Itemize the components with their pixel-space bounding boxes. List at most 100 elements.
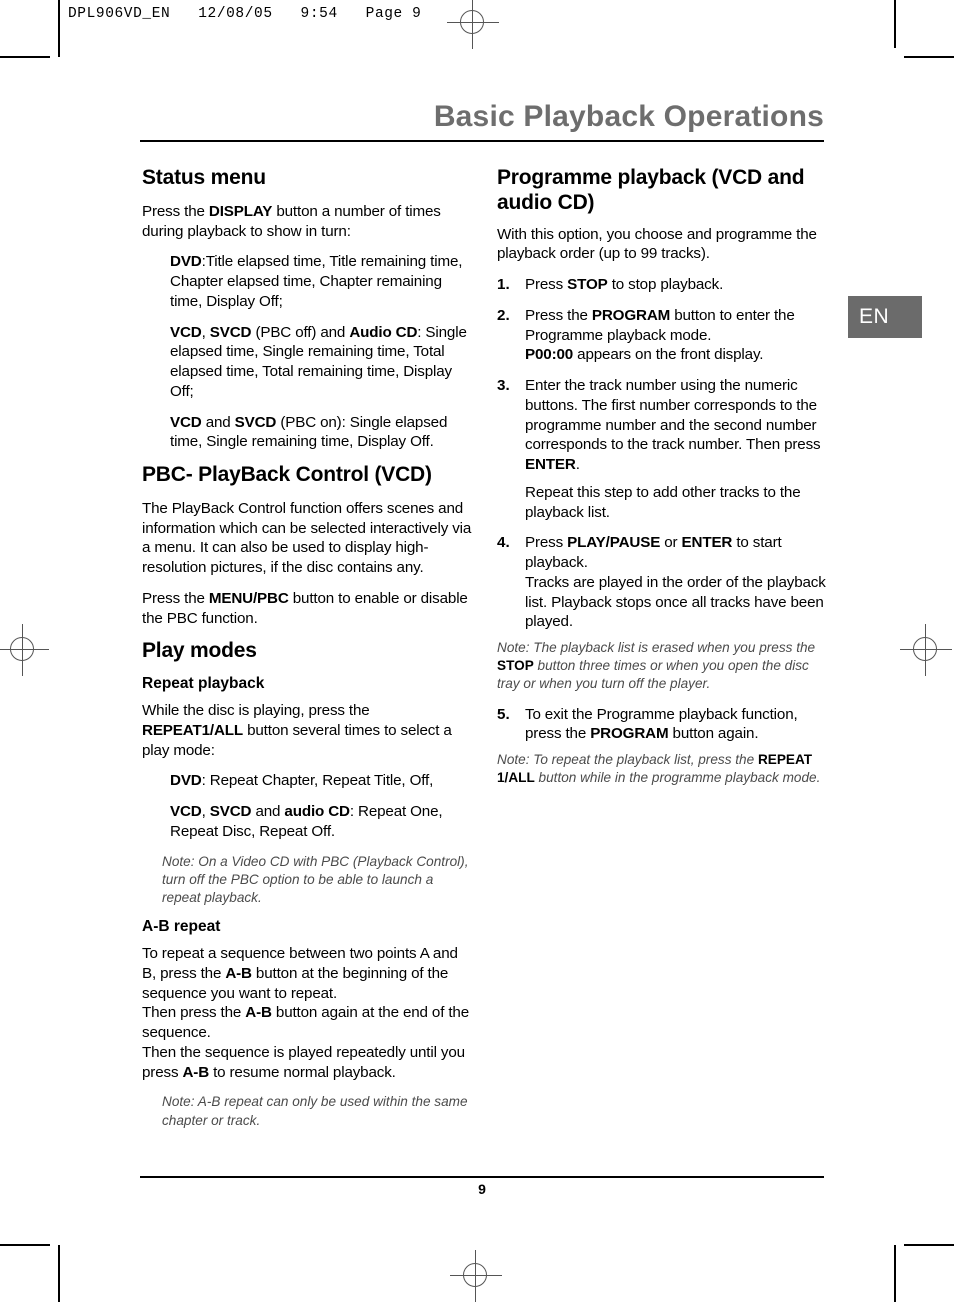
heading-programme-playback: Programme playback (VCD and audio CD)	[497, 166, 805, 214]
registration-mark-left	[0, 624, 49, 676]
status-menu-intro-a: Press the	[142, 202, 209, 220]
step-1-number: 1.	[497, 276, 510, 294]
step-3: 3. Enter the track number using the nume…	[497, 376, 827, 475]
ab-repeat-paragraph-1: To repeat a sequence between two points …	[142, 944, 472, 1003]
step-2-number: 2.	[497, 306, 510, 324]
repeat-vcd-label: VCD	[170, 803, 202, 821]
note-4-c: button three times or when you open the …	[497, 658, 809, 692]
print-stamp: DPL906VD_EN 12/08/05 9:54 Page 9	[68, 6, 422, 22]
step-4: 4. Press PLAY/PAUSE or ENTER to start pl…	[497, 533, 827, 632]
display-button-label: DISPLAY	[208, 202, 273, 220]
dvd-label: DVD	[170, 253, 202, 271]
vcd-label: VCD	[170, 323, 202, 341]
heading-status-menu: Status menu	[142, 166, 266, 189]
mid2: and	[201, 413, 235, 431]
ab-button-label-3: A-B	[182, 1063, 210, 1081]
ab-button-label-1: A-B	[225, 964, 252, 982]
status-menu-item-dvd: DVD:Title elapsed time, Title remaining …	[170, 252, 472, 311]
svcd-label-2: SVCD	[234, 413, 277, 431]
pbc-paragraph-1: The PlayBack Control function offers sce…	[142, 499, 472, 577]
svcd-label: SVCD	[209, 323, 252, 341]
page-number: 9	[478, 1181, 486, 1197]
status-menu-item-vcd-pbc-on: VCD and SVCD (PBC on): Single elapsed ti…	[170, 413, 472, 453]
left-column: Status menu Press the DISPLAY button a n…	[142, 166, 472, 1141]
repeat-mid: and	[251, 803, 285, 821]
registration-mark-right	[900, 624, 952, 676]
enter-button-label: ENTER	[525, 456, 576, 474]
step-3-c: .	[575, 456, 580, 474]
repeat-intro-a: While the disc is playing, press the	[142, 702, 370, 720]
step-4-a: Press	[525, 534, 568, 552]
step-1-c: to stop playback.	[607, 276, 724, 294]
step-3-a: Enter the track number using the numeric…	[525, 377, 821, 454]
note-repeat-playback: Note: On a Video CD with PBC (Playback C…	[162, 853, 469, 905]
stop-button-label: STOP	[567, 276, 608, 294]
step-1: 1. Press STOP to stop playback.	[497, 275, 827, 295]
stop-button-label-2: STOP	[497, 658, 534, 674]
subheading-repeat-playback: Repeat playback	[142, 675, 265, 693]
step-4-c: or	[660, 534, 682, 552]
menu-pbc-button-label: MENU/PBC	[208, 589, 289, 607]
step-5-number: 5.	[497, 705, 510, 723]
dvd-text: :Title elapsed time, Title remaining tim…	[170, 253, 463, 310]
document-page: DPL906VD_EN 12/08/05 9:54 Page 9 Basic P…	[0, 0, 954, 1302]
step-4-f: Tracks are played in the order of the pl…	[525, 573, 826, 631]
crop-mark-top-left-vertical	[58, 0, 60, 57]
ab-p3-c: to resume normal playback.	[209, 1063, 396, 1081]
step-5-text: To exit the Programme playback function,…	[525, 705, 827, 745]
repeat-dvd-text: : Repeat Chapter, Repeat Title, Off,	[201, 772, 434, 790]
repeat-item-dvd: DVD: Repeat Chapter, Repeat Title, Off,	[170, 771, 472, 791]
audio-cd-label: Audio CD	[349, 323, 418, 341]
step-1-text: Press STOP to stop playback.	[525, 275, 827, 295]
crop-mark-top-right-vertical	[894, 0, 896, 48]
repeat-sep: ,	[201, 803, 210, 821]
status-menu-intro: Press the DISPLAY button a number of tim…	[142, 202, 472, 242]
ab-p2-a: Then press the	[142, 1004, 246, 1022]
step-2-text: Press the PROGRAM button to enter the Pr…	[525, 306, 827, 365]
program-button-label-2: PROGRAM	[590, 725, 669, 743]
step-2-e: appears on the front display.	[573, 346, 764, 364]
step-2-a: Press the	[525, 306, 592, 324]
crop-mark-bottom-right-horizontal	[904, 1244, 954, 1246]
title-divider	[140, 140, 824, 142]
step-3-continuation: Repeat this step to add other tracks to …	[525, 483, 801, 521]
step-1-a: Press	[525, 276, 568, 294]
subheading-ab-repeat: A-B repeat	[142, 918, 221, 936]
enter-button-label-2: ENTER	[681, 534, 733, 552]
registration-mark-bottom	[450, 1250, 502, 1302]
pbc-p2-a: Press the	[142, 589, 209, 607]
crop-mark-bottom-left-horizontal	[0, 1244, 50, 1246]
step-3-text: Enter the track number using the numeric…	[525, 376, 827, 475]
program-button-label: PROGRAM	[591, 306, 671, 324]
mid: (PBC off) and	[251, 323, 350, 341]
step-2: 2. Press the PROGRAM button to enter the…	[497, 306, 827, 365]
step-5-c: button again.	[668, 725, 759, 743]
sep: ,	[201, 323, 210, 341]
ab-repeat-paragraph-3: Then the sequence is played repeatedly u…	[142, 1043, 472, 1083]
repeat-all-button-label: REPEAT1/ALL	[142, 721, 244, 739]
note-step-4: Note: The playback list is erased when y…	[497, 639, 827, 694]
status-menu-item-vcd-pbc-off: VCD, SVCD (PBC off) and Audio CD: Single…	[170, 323, 472, 402]
heading-pbc: PBC- PlayBack Control (VCD)	[142, 463, 432, 487]
step-4-text: Press PLAY/PAUSE or ENTER to start playb…	[525, 533, 827, 632]
note-4-a: Note: The playback list is erased when y…	[497, 640, 816, 656]
footer-divider	[140, 1176, 824, 1178]
repeat-audio-cd-label: audio CD	[284, 803, 350, 821]
repeat-dvd-label: DVD	[170, 772, 202, 790]
step-5: 5. To exit the Programme playback functi…	[497, 705, 827, 745]
crop-mark-bottom-right-vertical	[894, 1245, 896, 1302]
ab-button-label-2: A-B	[245, 1004, 272, 1022]
right-column: Programme playback (VCD and audio CD) Wi…	[497, 166, 827, 799]
programme-intro: With this option, you choose and program…	[497, 225, 817, 263]
crop-mark-bottom-left-vertical	[58, 1245, 60, 1302]
note-ab-repeat: Note: A-B repeat can only be used within…	[162, 1094, 468, 1128]
page-title: Basic Playback Operations	[433, 100, 824, 133]
vcd-label-2: VCD	[170, 413, 202, 431]
note-step-5: Note: To repeat the playback list, press…	[497, 751, 827, 787]
pbc-paragraph-2: Press the MENU/PBC button to enable or d…	[142, 589, 472, 629]
note-5-a: Note: To repeat the playback list, press…	[497, 752, 758, 768]
language-tab-label: EN	[859, 305, 890, 328]
step-3-number: 3.	[497, 377, 510, 395]
repeat-svcd-label: SVCD	[209, 803, 252, 821]
step-4-number: 4.	[497, 534, 510, 552]
